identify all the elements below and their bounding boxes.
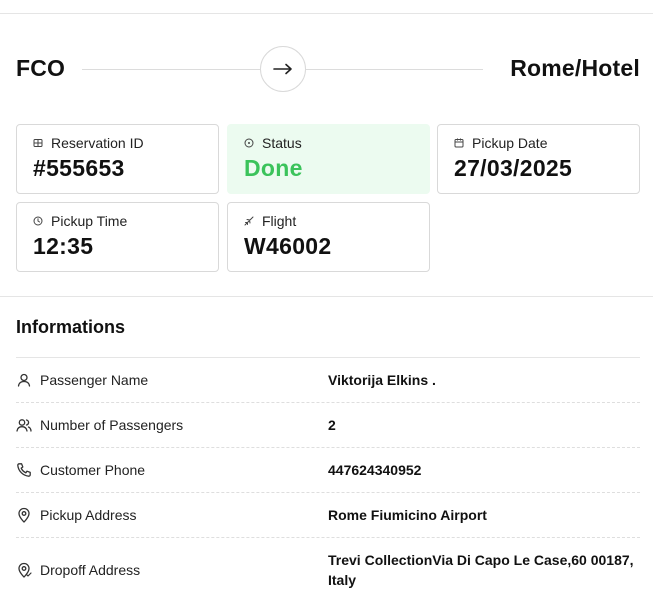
dropoff-address-value: Trevi CollectionVia Di Capo Le Case,60 0… xyxy=(328,552,634,588)
phone-icon xyxy=(16,462,32,478)
flight-label: Flight xyxy=(262,213,297,229)
pickup-date-card: Pickup Date 27/03/2025 xyxy=(437,124,640,194)
section-divider xyxy=(0,296,653,297)
clock-icon xyxy=(33,216,43,226)
top-divider xyxy=(0,13,653,14)
pickup-time-card: Pickup Time 12:35 xyxy=(16,202,219,272)
pickup-date-value: 27/03/2025 xyxy=(454,155,573,181)
route-destination: Rome/Hotel xyxy=(510,55,640,81)
status-label: Status xyxy=(262,135,302,151)
number-of-passengers-value: 2 xyxy=(328,417,336,433)
route-origin: FCO xyxy=(16,55,66,81)
customer-phone-label: Customer Phone xyxy=(40,462,146,478)
flight-value: W46002 xyxy=(244,233,332,259)
pickup-time-value: 12:35 xyxy=(33,233,94,259)
map-pin-check-icon xyxy=(16,562,32,578)
status-card: Status Done xyxy=(227,124,430,194)
dropoff-address-label: Dropoff Address xyxy=(40,562,141,578)
pickup-time-label: Pickup Time xyxy=(51,213,128,229)
clock-circle-icon xyxy=(244,138,254,148)
route-line-left xyxy=(82,69,260,70)
row-divider xyxy=(16,447,640,448)
informations-header-divider xyxy=(16,357,640,358)
route-header: FCO Rome/Hotel xyxy=(16,45,640,93)
arrow-right-icon xyxy=(273,63,293,75)
passenger-name-label: Passenger Name xyxy=(40,372,149,388)
customer-phone-value: 447624340952 xyxy=(328,462,422,478)
row-divider xyxy=(16,537,640,538)
pickup-address-value: Rome Fiumicino Airport xyxy=(328,507,487,523)
user-icon xyxy=(16,372,32,388)
reservation-id-card: Reservation ID #555653 xyxy=(16,124,219,194)
pickup-address-label: Pickup Address xyxy=(40,507,137,523)
route-line-right xyxy=(306,69,483,70)
pickup-date-label: Pickup Date xyxy=(472,135,548,151)
status-value: Done xyxy=(244,155,303,181)
grid-icon xyxy=(33,138,43,148)
reservation-id-value: #555653 xyxy=(33,155,125,181)
reservation-id-label: Reservation ID xyxy=(51,135,144,151)
row-divider xyxy=(16,402,640,403)
map-pin-icon xyxy=(16,507,32,523)
passenger-name-value: Viktorija Elkins . xyxy=(328,372,436,388)
row-divider xyxy=(16,492,640,493)
number-of-passengers-label: Number of Passengers xyxy=(40,417,184,433)
calendar-icon xyxy=(454,138,464,148)
users-icon xyxy=(16,417,32,433)
route-arrow xyxy=(260,46,306,92)
flight-card: Flight W46002 xyxy=(227,202,430,272)
plane-icon xyxy=(244,216,254,226)
informations-title: Informations xyxy=(16,317,126,337)
